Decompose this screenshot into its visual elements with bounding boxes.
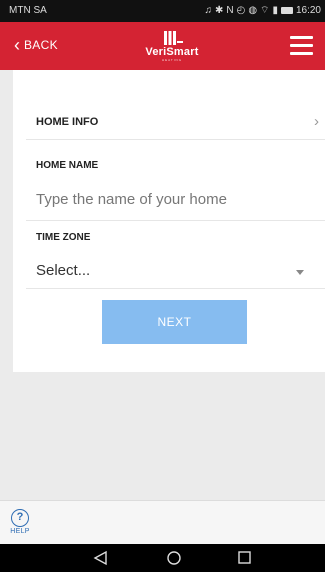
logo-subtext: HEATING: [161, 58, 183, 62]
help-label: HELP: [10, 528, 30, 535]
bluetooth-icon: ✱: [214, 5, 224, 16]
signal-icon: ▮: [272, 5, 278, 16]
hamburger-menu-button[interactable]: [290, 36, 313, 56]
vibrate-icon: ◍: [248, 5, 258, 16]
nav-home-button[interactable]: [150, 544, 190, 572]
alarm-icon: ◴: [236, 5, 246, 16]
bottom-bar: ? HELP: [0, 500, 325, 544]
menu-bar: [290, 36, 313, 39]
menu-bar: [290, 52, 313, 55]
home-info-row[interactable]: HOME INFO ›: [26, 102, 325, 140]
home-name-input[interactable]: [34, 183, 304, 215]
circle-home-icon: [167, 551, 181, 565]
status-bar: MTN SA ♫ ✱ N ◴ ◍ ⌔ ▮ 16:20: [0, 0, 325, 22]
caret-down-icon: [296, 270, 304, 275]
home-name-label: HOME NAME: [36, 160, 99, 171]
help-icon: ?: [11, 509, 29, 527]
empty-area: [0, 372, 325, 500]
square-recents-icon: [238, 551, 251, 564]
nfc-icon: N: [226, 5, 234, 16]
chevron-left-icon: ‹: [14, 35, 20, 55]
time-zone-label: TIME ZONE: [36, 232, 91, 243]
chevron-right-icon: ›: [314, 113, 319, 130]
app-header: ‹ BACK VeriSmart HEATING: [0, 22, 325, 70]
home-info-title: HOME INFO: [36, 116, 99, 128]
wifi-icon: ⌔: [260, 5, 270, 16]
time-zone-value: Select...: [36, 262, 91, 279]
carrier-label: MTN SA: [9, 5, 47, 16]
headphones-icon: ♫: [204, 5, 212, 16]
logo-text: VeriSmart: [145, 46, 199, 58]
menu-bar: [290, 44, 313, 47]
home-info-card: HOME INFO › HOME NAME TIME ZONE Select..…: [13, 70, 325, 372]
status-icons: ♫ ✱ N ◴ ◍ ⌔ ▮ 16:20: [204, 4, 321, 17]
divider: [26, 288, 325, 289]
radiator-icon: [164, 31, 183, 45]
triangle-back-icon: [93, 550, 107, 566]
verismart-logo: VeriSmart HEATING: [142, 31, 202, 62]
next-button[interactable]: NEXT: [102, 300, 247, 344]
nav-recent-button[interactable]: [222, 544, 262, 572]
nav-back-button[interactable]: [80, 544, 120, 572]
system-nav-bar: [0, 544, 325, 572]
battery-icon: [280, 7, 293, 14]
divider: [26, 220, 325, 221]
clock: 16:20: [295, 5, 321, 16]
help-button[interactable]: ? HELP: [6, 509, 34, 535]
time-zone-select[interactable]: Select...: [26, 255, 325, 288]
back-label: BACK: [24, 38, 58, 52]
back-button[interactable]: ‹ BACK: [14, 35, 58, 55]
